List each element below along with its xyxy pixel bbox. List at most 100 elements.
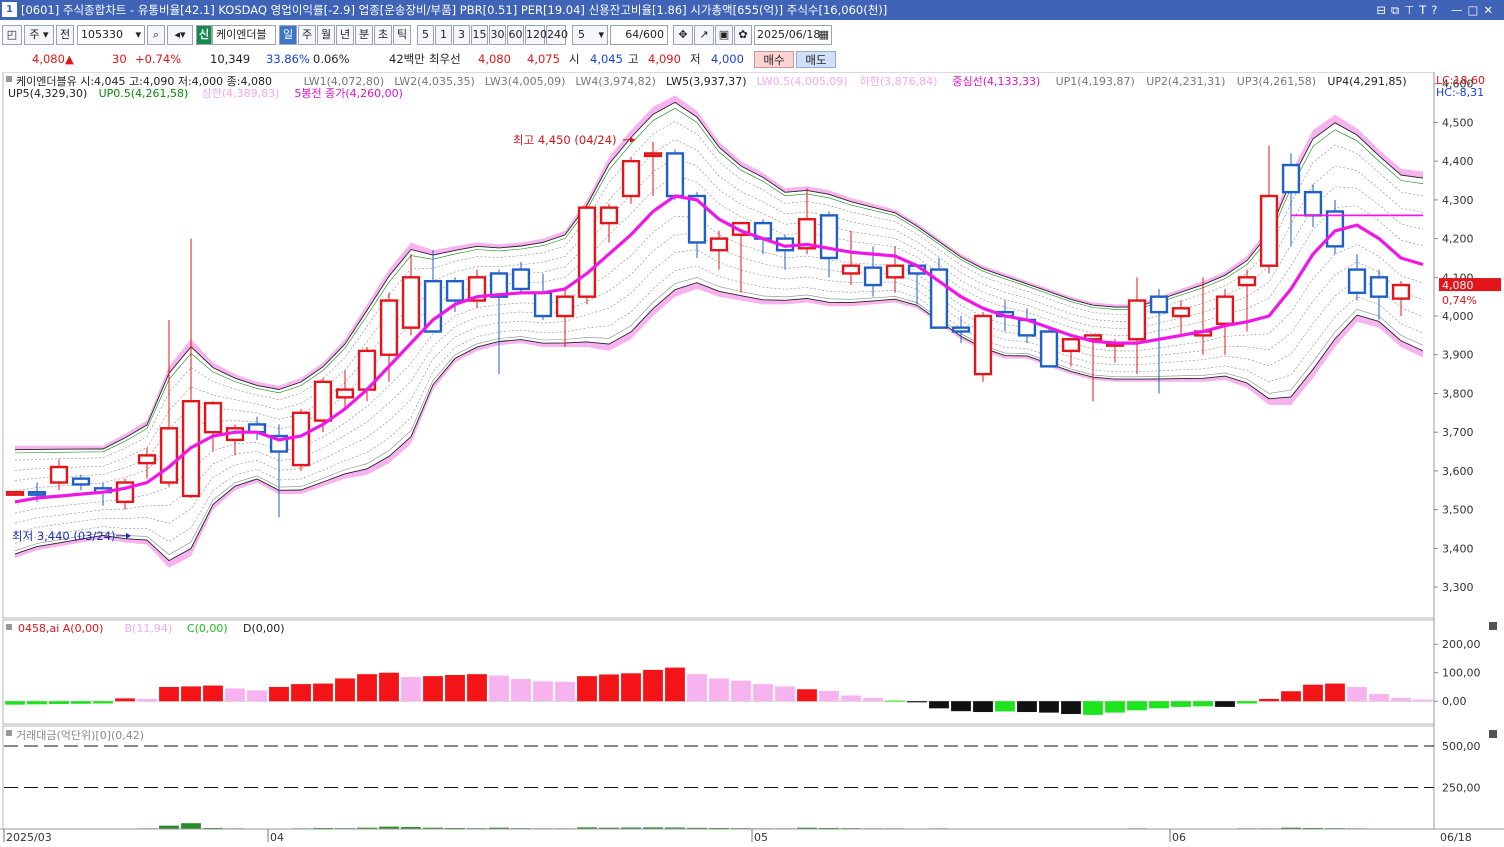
- chart-type-icon[interactable]: ◰: [2, 25, 22, 45]
- y-tick-label: 3,600: [1442, 465, 1474, 478]
- osc-bar: [577, 676, 597, 702]
- osc-bar: [489, 675, 509, 702]
- bar-count[interactable]: 64/600: [610, 25, 668, 45]
- tab-period-3[interactable]: 년: [336, 25, 354, 45]
- crosshair-icon[interactable]: ✥: [673, 25, 693, 45]
- draw-tool-icon[interactable]: ↗: [694, 25, 714, 45]
- candle-body: [313, 380, 333, 422]
- osc-bar: [973, 701, 993, 713]
- speaker-icon[interactable]: ◂▾: [167, 25, 193, 45]
- osc-bar: [225, 688, 245, 702]
- osc-bar: [401, 677, 421, 702]
- osc-legend-item: B(11,94): [125, 622, 173, 635]
- candle-body: [973, 314, 993, 376]
- osc-bar: [665, 667, 685, 702]
- osc-bar: [5, 701, 25, 705]
- window-controls[interactable]: ⊟⧉⊤T? —□✕: [1376, 0, 1498, 20]
- panel-close-icon: [1489, 622, 1497, 630]
- interval-2[interactable]: 3: [453, 25, 470, 45]
- osc-bar: [93, 701, 113, 704]
- candle-body: [885, 264, 905, 279]
- legend-item: 상한(4,389,83): [202, 87, 280, 100]
- interval-4[interactable]: 30: [489, 25, 506, 45]
- osc-bar: [1325, 683, 1345, 702]
- candle-body: [621, 159, 641, 198]
- legend-item: UP1(4,193,87): [1056, 75, 1135, 88]
- osc-bar: [27, 701, 47, 705]
- tab-period-1[interactable]: 주: [298, 25, 316, 45]
- candle-body: [709, 237, 729, 252]
- candle-body: [1347, 268, 1367, 294]
- candle-body: [577, 206, 597, 298]
- interval-select[interactable]: 5 ▾: [572, 25, 608, 45]
- candle-body: [1303, 190, 1323, 217]
- osc-bar: [819, 690, 839, 702]
- new-listing-badge: 신: [196, 25, 212, 45]
- legend-item: UP5(4,329,30): [8, 87, 87, 100]
- settings-icon[interactable]: ✿: [734, 25, 752, 45]
- tab-period-0[interactable]: 일: [279, 25, 297, 45]
- interval-5[interactable]: 60: [507, 25, 524, 45]
- osc-bar: [1171, 701, 1191, 707]
- bar-count-total: /600: [639, 28, 664, 41]
- osc-bar: [291, 684, 311, 702]
- stock-code-input[interactable]: 105330 ▾: [77, 25, 145, 45]
- candle-body: [951, 326, 971, 333]
- legend-marker: [6, 624, 12, 630]
- date-picker[interactable]: 2025/06/18 ▦: [754, 25, 832, 45]
- best-bid: 4,075: [527, 52, 560, 66]
- candle-body: [643, 152, 663, 158]
- y-tick-label: 4,200: [1442, 233, 1474, 246]
- osc-bar: [1127, 701, 1147, 711]
- chart-area[interactable]: 3,300 3,400 3,500 3,600 3,700 3,800 3,900 4,000…: [0, 72, 1504, 847]
- y-tick-label: 3,400: [1442, 542, 1474, 555]
- osc-bar: [137, 698, 157, 702]
- interval-0[interactable]: 5: [417, 25, 434, 45]
- candle-body: [1039, 330, 1059, 368]
- interval-3[interactable]: 15: [471, 25, 488, 45]
- interval-7[interactable]: 240: [546, 25, 568, 45]
- tab-period-4[interactable]: 분: [355, 25, 373, 45]
- sell-button[interactable]: 매도: [796, 51, 836, 68]
- y-tick-label: 500,00: [1442, 740, 1481, 753]
- buy-button[interactable]: 매수: [754, 51, 794, 68]
- legend-item: 중심선(4,133,33): [952, 75, 1040, 88]
- prev-button[interactable]: 전: [56, 25, 74, 45]
- osc-bar: [1413, 699, 1433, 702]
- osc-bar: [71, 701, 91, 704]
- save-icon[interactable]: ▣: [715, 25, 733, 45]
- osc-bar: [995, 701, 1015, 712]
- legend-item: LW3(4,005,09): [485, 75, 566, 88]
- osc-legend-item: 0458,ai A(0,00): [18, 622, 103, 635]
- interval-6[interactable]: 120: [525, 25, 547, 45]
- candle-body: [335, 388, 355, 399]
- high-price: 4,090: [648, 52, 681, 66]
- candle-body: [533, 291, 553, 318]
- bar-count-value: 64: [625, 28, 640, 41]
- osc-bar: [753, 684, 773, 702]
- osc-bar: [181, 686, 201, 702]
- x-tick-label: 04: [270, 831, 284, 844]
- osc-bar: [1237, 701, 1257, 704]
- tab-period-2[interactable]: 월: [317, 25, 335, 45]
- legend-item: LW0.5(4,005,09): [757, 75, 848, 88]
- candle-body: [49, 465, 69, 484]
- osc-bar: [885, 700, 905, 702]
- tab-period-6[interactable]: 틱: [393, 25, 411, 45]
- legend-item: LW5(3,937,37): [666, 75, 747, 88]
- price-change: 30: [112, 52, 127, 66]
- y-tick-label: 3,900: [1442, 349, 1474, 362]
- osc-bar: [511, 678, 531, 702]
- best-price-label: 최우선: [429, 52, 461, 66]
- osc-bar: [1149, 701, 1169, 709]
- osc-bar: [269, 686, 289, 702]
- candle-body: [1127, 299, 1147, 341]
- tab-period-5[interactable]: 초: [374, 25, 392, 45]
- candle-body: [203, 401, 223, 434]
- chevron-down-icon: ▾: [135, 28, 141, 41]
- interval-1[interactable]: 1: [435, 25, 452, 45]
- period-select[interactable]: 주 ▾: [24, 25, 54, 45]
- osc-bar: [203, 685, 223, 702]
- osc-bar: [1105, 701, 1125, 713]
- search-icon[interactable]: ⌕: [147, 25, 165, 45]
